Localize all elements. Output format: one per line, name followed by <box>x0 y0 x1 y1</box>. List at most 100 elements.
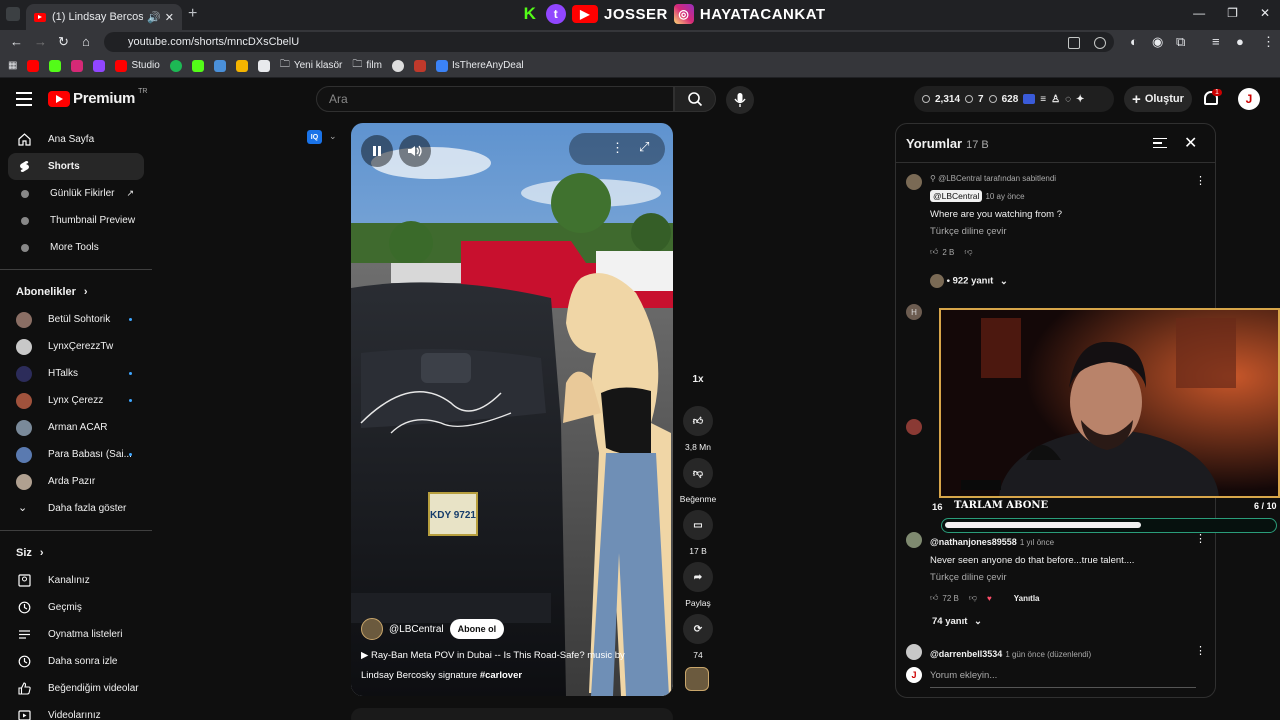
sparkle-icon[interactable]: ✦ <box>1076 94 1084 105</box>
extension-stats-bar[interactable]: 2,314 7 628 ≡ ♙ ◌ ✦ <box>914 86 1114 112</box>
shorts-player[interactable]: KDY 9721 ⋮ ⤢ @LBCentral Abone ol ▶ Ray-B… <box>351 123 673 696</box>
sidebar-subscription[interactable]: LynxÇerezzTw <box>0 333 152 360</box>
bookmark-isthereanydeal[interactable]: IsThereAnyDeal <box>435 59 524 72</box>
speed-button[interactable]: 1x <box>678 364 718 400</box>
search-input[interactable]: Ara <box>316 86 674 112</box>
sidebar-subscription[interactable]: Lynx Çerezz <box>0 387 152 414</box>
comment-author[interactable]: @darrenbell3534 <box>930 649 1002 659</box>
comment-author[interactable]: @LBCentral <box>930 190 983 202</box>
tab-audio-icon[interactable]: 🔊 <box>147 11 161 24</box>
subscribe-button[interactable]: Abone ol <box>449 619 505 639</box>
hashtag-link[interactable]: #carlover <box>480 670 522 681</box>
bookmark-icon[interactable] <box>257 59 270 72</box>
replies-toggle[interactable]: 74 yanıt ⌄ <box>932 616 982 627</box>
home-icon[interactable]: ⌂ <box>82 34 90 49</box>
twitch-bookmark-icon[interactable] <box>93 59 106 72</box>
bookmark-icon[interactable] <box>391 59 404 72</box>
sidebar-item-shorts[interactable]: Shorts <box>8 153 144 180</box>
account-avatar[interactable]: J <box>1238 88 1260 110</box>
iq-extension-icon[interactable]: IQ <box>307 130 322 144</box>
translate-link[interactable]: Türkçe diline çevir <box>930 226 1190 237</box>
bookmark-studio[interactable]: Studio <box>115 59 160 72</box>
sidebar-item-more-tools[interactable]: More Tools <box>0 234 152 261</box>
subscriptions-heading[interactable]: Abonelikler › <box>0 278 152 306</box>
profile-icon[interactable]: ● <box>1236 34 1244 49</box>
extension-icon[interactable]: ◐ <box>1130 34 1138 49</box>
instagram-bookmark-icon[interactable] <box>71 59 84 72</box>
new-tab-button[interactable]: + <box>188 5 197 23</box>
comment-menu-icon[interactable]: ⋮ <box>1195 532 1206 545</box>
browser-tab[interactable]: (1) Lindsay Bercosky signature 🔊 ✕ <box>26 4 182 30</box>
translate-link[interactable]: Türkçe diline çevir <box>930 572 1190 583</box>
channel-name[interactable]: @LBCentral <box>389 624 444 635</box>
sort-icon[interactable] <box>1153 138 1167 148</box>
sidebar-item-thumbnail-preview[interactable]: Thumbnail Preview <box>0 207 152 234</box>
comment-menu-icon[interactable]: ⋮ <box>1195 174 1206 187</box>
address-bar[interactable]: youtube.com/shorts/mncDXsCbelU <box>104 32 1114 52</box>
spotify-bookmark-icon[interactable] <box>169 59 182 72</box>
youtube-bookmark-icon[interactable] <box>27 59 40 72</box>
bookmark-folder-yeni[interactable]: 🗀 Yeni klasör <box>280 57 343 74</box>
thumb-up-icon[interactable]: 👍︎ <box>930 247 938 257</box>
apps-icon[interactable]: ▦ <box>8 60 17 71</box>
tab-close-icon[interactable]: ✕ <box>165 11 174 24</box>
chat-icon[interactable]: ◌ <box>1065 94 1071 105</box>
bookmark-icon[interactable] <box>213 59 226 72</box>
audio-thumbnail[interactable] <box>685 667 709 691</box>
sidebar-subscription[interactable]: Arman ACAR <box>0 414 152 441</box>
sidebar-subscription[interactable]: Betül Sohtorik <box>0 306 152 333</box>
trophy-icon[interactable]: ♙ <box>1051 94 1060 105</box>
sidebar-subscription[interactable]: HTalks <box>0 360 152 387</box>
sidebar-item-home[interactable]: Ana Sayfa <box>0 126 152 153</box>
hidden-replies-count[interactable]: 16 <box>932 502 943 513</box>
guide-menu-icon[interactable] <box>16 92 32 106</box>
pause-button[interactable] <box>361 135 393 167</box>
share-button[interactable]: ➦ Paylaş <box>678 562 718 608</box>
thumb-up-icon[interactable]: 👍︎ <box>930 593 938 603</box>
close-window-icon[interactable]: ✕ <box>1260 6 1270 20</box>
reading-list-icon[interactable]: ≡ <box>1212 34 1220 49</box>
channel-avatar[interactable] <box>361 618 383 640</box>
browser-menu-icon[interactable]: ⋮ <box>1262 34 1275 50</box>
bookmark-folder-film[interactable]: 🗀 film <box>352 57 382 74</box>
kick-bookmark-icon[interactable] <box>191 59 204 72</box>
sidebar-subscription[interactable]: Para Babası (Sai... <box>0 441 152 468</box>
close-icon[interactable]: ✕ <box>1184 133 1197 153</box>
chevron-down-icon[interactable]: ⌄ <box>329 131 337 142</box>
bookmark-icon[interactable] <box>235 59 248 72</box>
comments-button[interactable]: ▭ 17 B <box>678 510 718 556</box>
volume-button[interactable] <box>399 135 431 167</box>
create-button[interactable]: + Oluştur <box>1124 86 1192 112</box>
dislike-button[interactable]: 👎︎ Beğenme <box>678 458 718 504</box>
comment-author[interactable]: @nathanjones89558 <box>930 537 1017 547</box>
like-button[interactable]: 👍︎ 3,8 Mn <box>678 406 718 452</box>
extensions-puzzle-icon[interactable]: ⧉ <box>1176 34 1185 50</box>
reply-button[interactable]: Yanıtla <box>1014 594 1040 603</box>
iq-icon[interactable] <box>1023 94 1036 104</box>
voice-search-button[interactable] <box>726 86 754 114</box>
sidebar-item-watch-later[interactable]: Daha sonra izle <box>0 648 152 675</box>
tab-list-icon[interactable] <box>6 7 20 21</box>
comment-menu-icon[interactable]: ⋮ <box>1195 644 1206 657</box>
you-heading[interactable]: Siz › <box>0 539 152 567</box>
avatar[interactable]: H <box>906 304 922 320</box>
avatar[interactable] <box>906 644 922 660</box>
avatar[interactable] <box>906 419 922 435</box>
back-icon[interactable]: ← <box>10 34 23 49</box>
sidebar-item-history[interactable]: Geçmiş <box>0 594 152 621</box>
reload-icon[interactable]: ↻ <box>58 34 69 50</box>
remix-button[interactable]: ⟳ 74 <box>678 614 718 660</box>
sidebar-item-channel[interactable]: Kanalınız <box>0 567 152 594</box>
avatar[interactable] <box>906 532 922 548</box>
more-options-icon[interactable]: ⋮ <box>611 140 624 156</box>
sidebar-item-gunluk-fikirler[interactable]: Günlük Fikirler ↗ <box>0 180 152 207</box>
sidebar-item-your-videos[interactable]: Videolarınız <box>0 702 152 720</box>
search-button[interactable] <box>674 86 716 112</box>
comment-input[interactable]: J Yorum ekleyin... <box>906 667 1196 688</box>
show-more-button[interactable]: ⌄ Daha fazla göster <box>0 495 152 522</box>
sidebar-item-playlists[interactable]: Oynatma listeleri <box>0 621 152 648</box>
bookmark-star-icon[interactable] <box>1094 37 1106 49</box>
youtube-logo[interactable]: Premium TR <box>48 88 147 107</box>
cast-icon[interactable] <box>1068 37 1080 49</box>
short-description[interactable]: ▶ Ray-Ban Meta POV in Dubai -- Is This R… <box>361 646 651 686</box>
